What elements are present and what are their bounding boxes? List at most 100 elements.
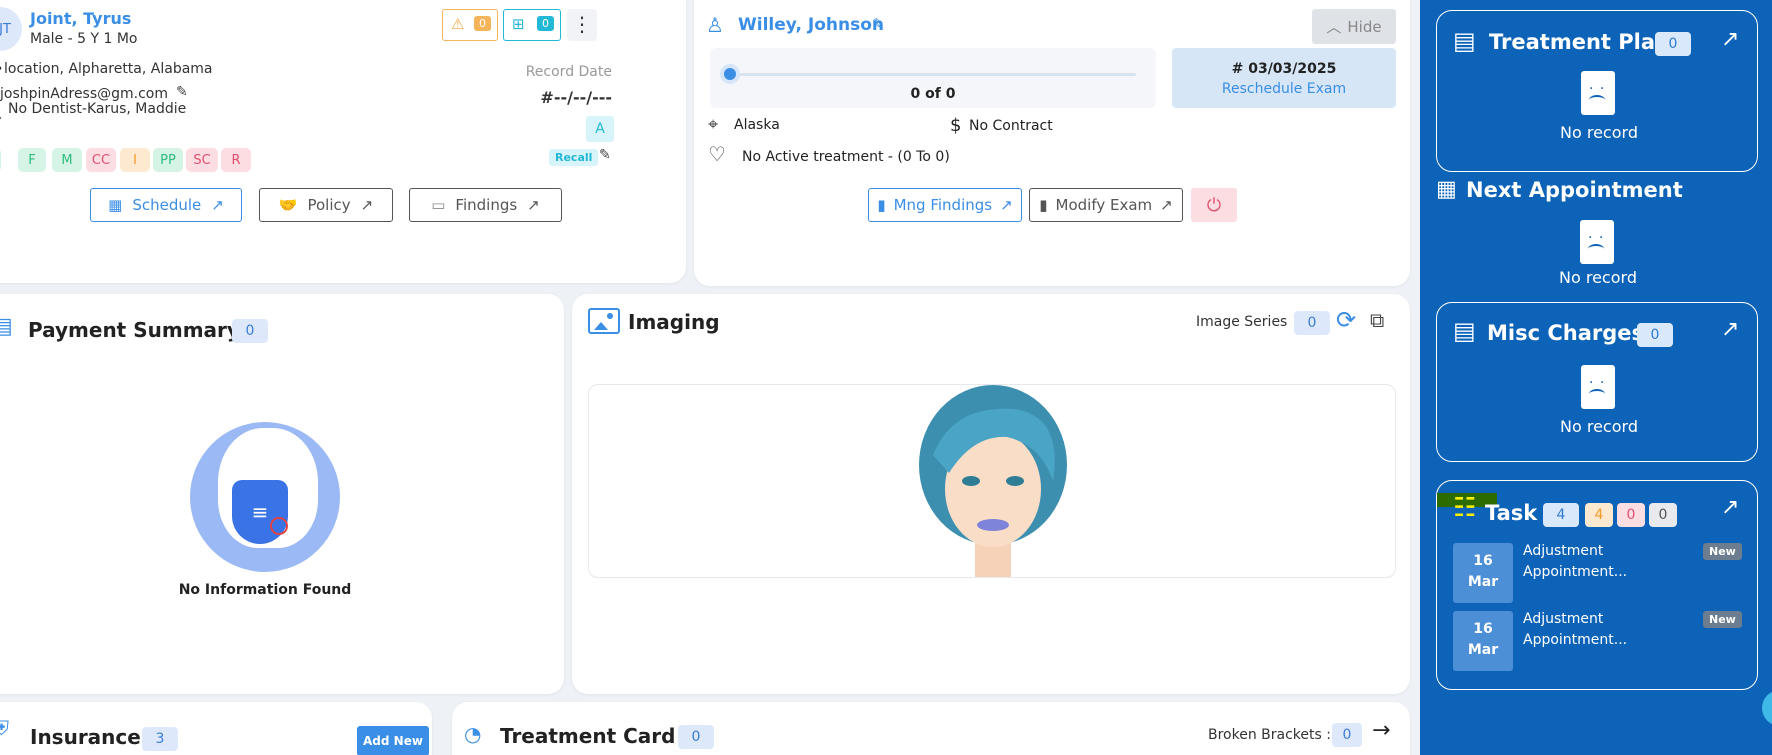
- arrow-up-right-icon: ↗: [527, 196, 540, 214]
- task-date: 16 Mar: [1453, 611, 1513, 671]
- contract-status: No Contract: [969, 118, 1053, 134]
- task-new-tag: New: [1703, 611, 1742, 628]
- receipt-icon: ▤: [0, 314, 13, 339]
- power-button[interactable]: ⏻: [1191, 188, 1237, 222]
- tag-c[interactable]: C: [0, 148, 2, 172]
- sad-document-icon: [1581, 365, 1615, 409]
- expand-arrow-icon[interactable]: ↗: [1721, 27, 1739, 52]
- treatment-card-icon: ◔: [464, 722, 482, 746]
- broken-brackets-label: Broken Brackets :: [1208, 727, 1331, 743]
- more-options-icon[interactable]: ⋮: [567, 9, 597, 41]
- arrow-up-right-icon: ↗: [211, 196, 224, 214]
- expand-arrow-icon[interactable]: ↗: [1721, 317, 1739, 342]
- progress-text: 0 of 0: [910, 86, 956, 102]
- edit-doctor-icon[interactable]: ✎: [872, 15, 885, 33]
- prohibited-icon: [270, 517, 288, 535]
- power-icon: ⏻: [1206, 194, 1222, 216]
- image-icon: [588, 308, 620, 334]
- scroll-bubble[interactable]: [1762, 690, 1772, 726]
- external-link-icon[interactable]: ⧉: [1370, 308, 1384, 332]
- image-series-label: Image Series: [1196, 314, 1288, 330]
- tag-f[interactable]: F: [18, 148, 46, 172]
- edit-recall-icon[interactable]: ✎: [599, 147, 611, 163]
- misc-charges-card: ▤ Misc Charges 0 ↗ No record: [1436, 302, 1758, 462]
- modify-exam-button[interactable]: ▮ Modify Exam ↗: [1029, 188, 1183, 222]
- recall-badge: Recall: [549, 149, 599, 166]
- imaging-card: Imaging Image Series 0 ⟳ ⧉: [572, 294, 1410, 694]
- tag-pp[interactable]: PP: [153, 148, 183, 172]
- document-icon: ▮: [1039, 196, 1048, 214]
- alert-button[interactable]: ⚠ 0: [442, 9, 498, 41]
- hide-label: Hide: [1347, 17, 1382, 36]
- reschedule-link[interactable]: Reschedule Exam: [1172, 81, 1396, 97]
- tag-i[interactable]: I: [120, 148, 150, 172]
- task-title: Task: [1485, 501, 1538, 525]
- task-count-overdue: 0: [1617, 503, 1645, 527]
- policy-label: Policy: [307, 196, 351, 214]
- misc-charges-count: 0: [1637, 323, 1673, 347]
- refresh-icon[interactable]: ⟳: [1336, 306, 1356, 334]
- findings-button[interactable]: ▭ Findings ↗: [409, 188, 562, 222]
- tag-sc[interactable]: SC: [186, 148, 218, 172]
- schedule-label: Schedule: [132, 196, 202, 214]
- family-count: 0: [537, 16, 554, 31]
- chevron-up-icon: ︿: [1326, 18, 1342, 36]
- patient-card: JT Joint, Tyrus Male - 5 Y 1 Mo • locati…: [0, 0, 686, 283]
- file-icon: ▮: [877, 196, 886, 214]
- record-date-label: Record Date: [525, 64, 612, 80]
- policy-button[interactable]: 🤝 Policy ↗: [259, 188, 393, 222]
- add-new-button[interactable]: Add New: [357, 726, 429, 755]
- arrow-up-right-icon: ↗: [360, 196, 374, 214]
- family-button[interactable]: ⊞ 0: [503, 9, 561, 41]
- misc-charges-icon: ▤: [1453, 317, 1476, 345]
- alarm-icon: ⚠: [451, 15, 465, 33]
- progress-handle[interactable]: [720, 64, 740, 84]
- map-pin-icon: ⌖: [708, 114, 719, 135]
- patient-face-avatar: [919, 385, 1067, 577]
- image-series-count: 0: [1294, 311, 1330, 335]
- clipboard-icon: ☷: [1453, 493, 1477, 523]
- treatment-card-count: 0: [678, 725, 714, 749]
- tag-m[interactable]: M: [52, 148, 82, 172]
- treatment-plan-count: 0: [1655, 32, 1691, 56]
- patient-name[interactable]: Joint, Tyrus: [30, 9, 131, 28]
- insurance-count: 3: [142, 727, 178, 751]
- edit-email-icon[interactable]: ✎: [176, 84, 188, 100]
- arrow-up-right-icon: ↗: [1160, 196, 1173, 214]
- dollar-icon: $: [950, 115, 962, 136]
- arrow-right-icon[interactable]: →: [1372, 718, 1390, 743]
- task-month: Mar: [1467, 642, 1499, 658]
- tag-cc[interactable]: CC: [86, 148, 116, 172]
- image-viewer[interactable]: [588, 384, 1396, 578]
- patient-avatar: JT: [0, 7, 22, 51]
- treatment-plan-icon: ▤: [1453, 27, 1476, 55]
- insurance-icon: ⛨: [0, 716, 9, 740]
- task-count-done: 0: [1649, 503, 1677, 527]
- expand-arrow-icon[interactable]: ↗: [1721, 495, 1739, 520]
- location-icon: •: [0, 62, 3, 76]
- next-appointment-empty: No record: [1559, 268, 1637, 287]
- misc-charges-empty: No record: [1560, 417, 1638, 436]
- sad-document-icon: [1580, 220, 1614, 264]
- treatment-card-title: Treatment Card: [500, 724, 676, 748]
- task-card: ☷ Task 4 4 0 0 ↗ 16 Mar Adjustment Appoi…: [1436, 480, 1758, 690]
- task-new-tag: New: [1703, 543, 1742, 560]
- treatment-plan-title: Treatment Plan: [1489, 30, 1670, 54]
- tag-r[interactable]: R: [221, 148, 251, 172]
- treatment-card: ◔ Treatment Card 0 Broken Brackets : 0 →: [452, 702, 1410, 755]
- insurance-card: ⛨ Insurance 3 Add New: [0, 702, 432, 755]
- schedule-button[interactable]: ▦ Schedule ↗: [90, 188, 242, 222]
- exam-date: # 03/03/2025: [1231, 61, 1337, 77]
- tooth-shield-illustration: ≡: [190, 422, 340, 572]
- task-text: Adjustment Appointment...: [1523, 543, 1628, 580]
- dentist-icon: •: [0, 112, 3, 125]
- treatment-plan-empty: No record: [1560, 123, 1638, 142]
- patient-email: joshpinAdress@gm.com: [0, 86, 169, 102]
- handshake-icon: 🤝: [278, 196, 298, 214]
- exam-date-panel[interactable]: # 03/03/2025 Reschedule Exam: [1172, 48, 1396, 108]
- calendar-icon: ▦: [108, 196, 123, 214]
- mng-findings-label: Mng Findings: [893, 196, 993, 214]
- hide-button[interactable]: ︿ Hide: [1312, 9, 1396, 44]
- mng-findings-button[interactable]: ▮ Mng Findings ↗: [868, 188, 1022, 222]
- doctor-name[interactable]: Willey, Johnson: [738, 15, 884, 35]
